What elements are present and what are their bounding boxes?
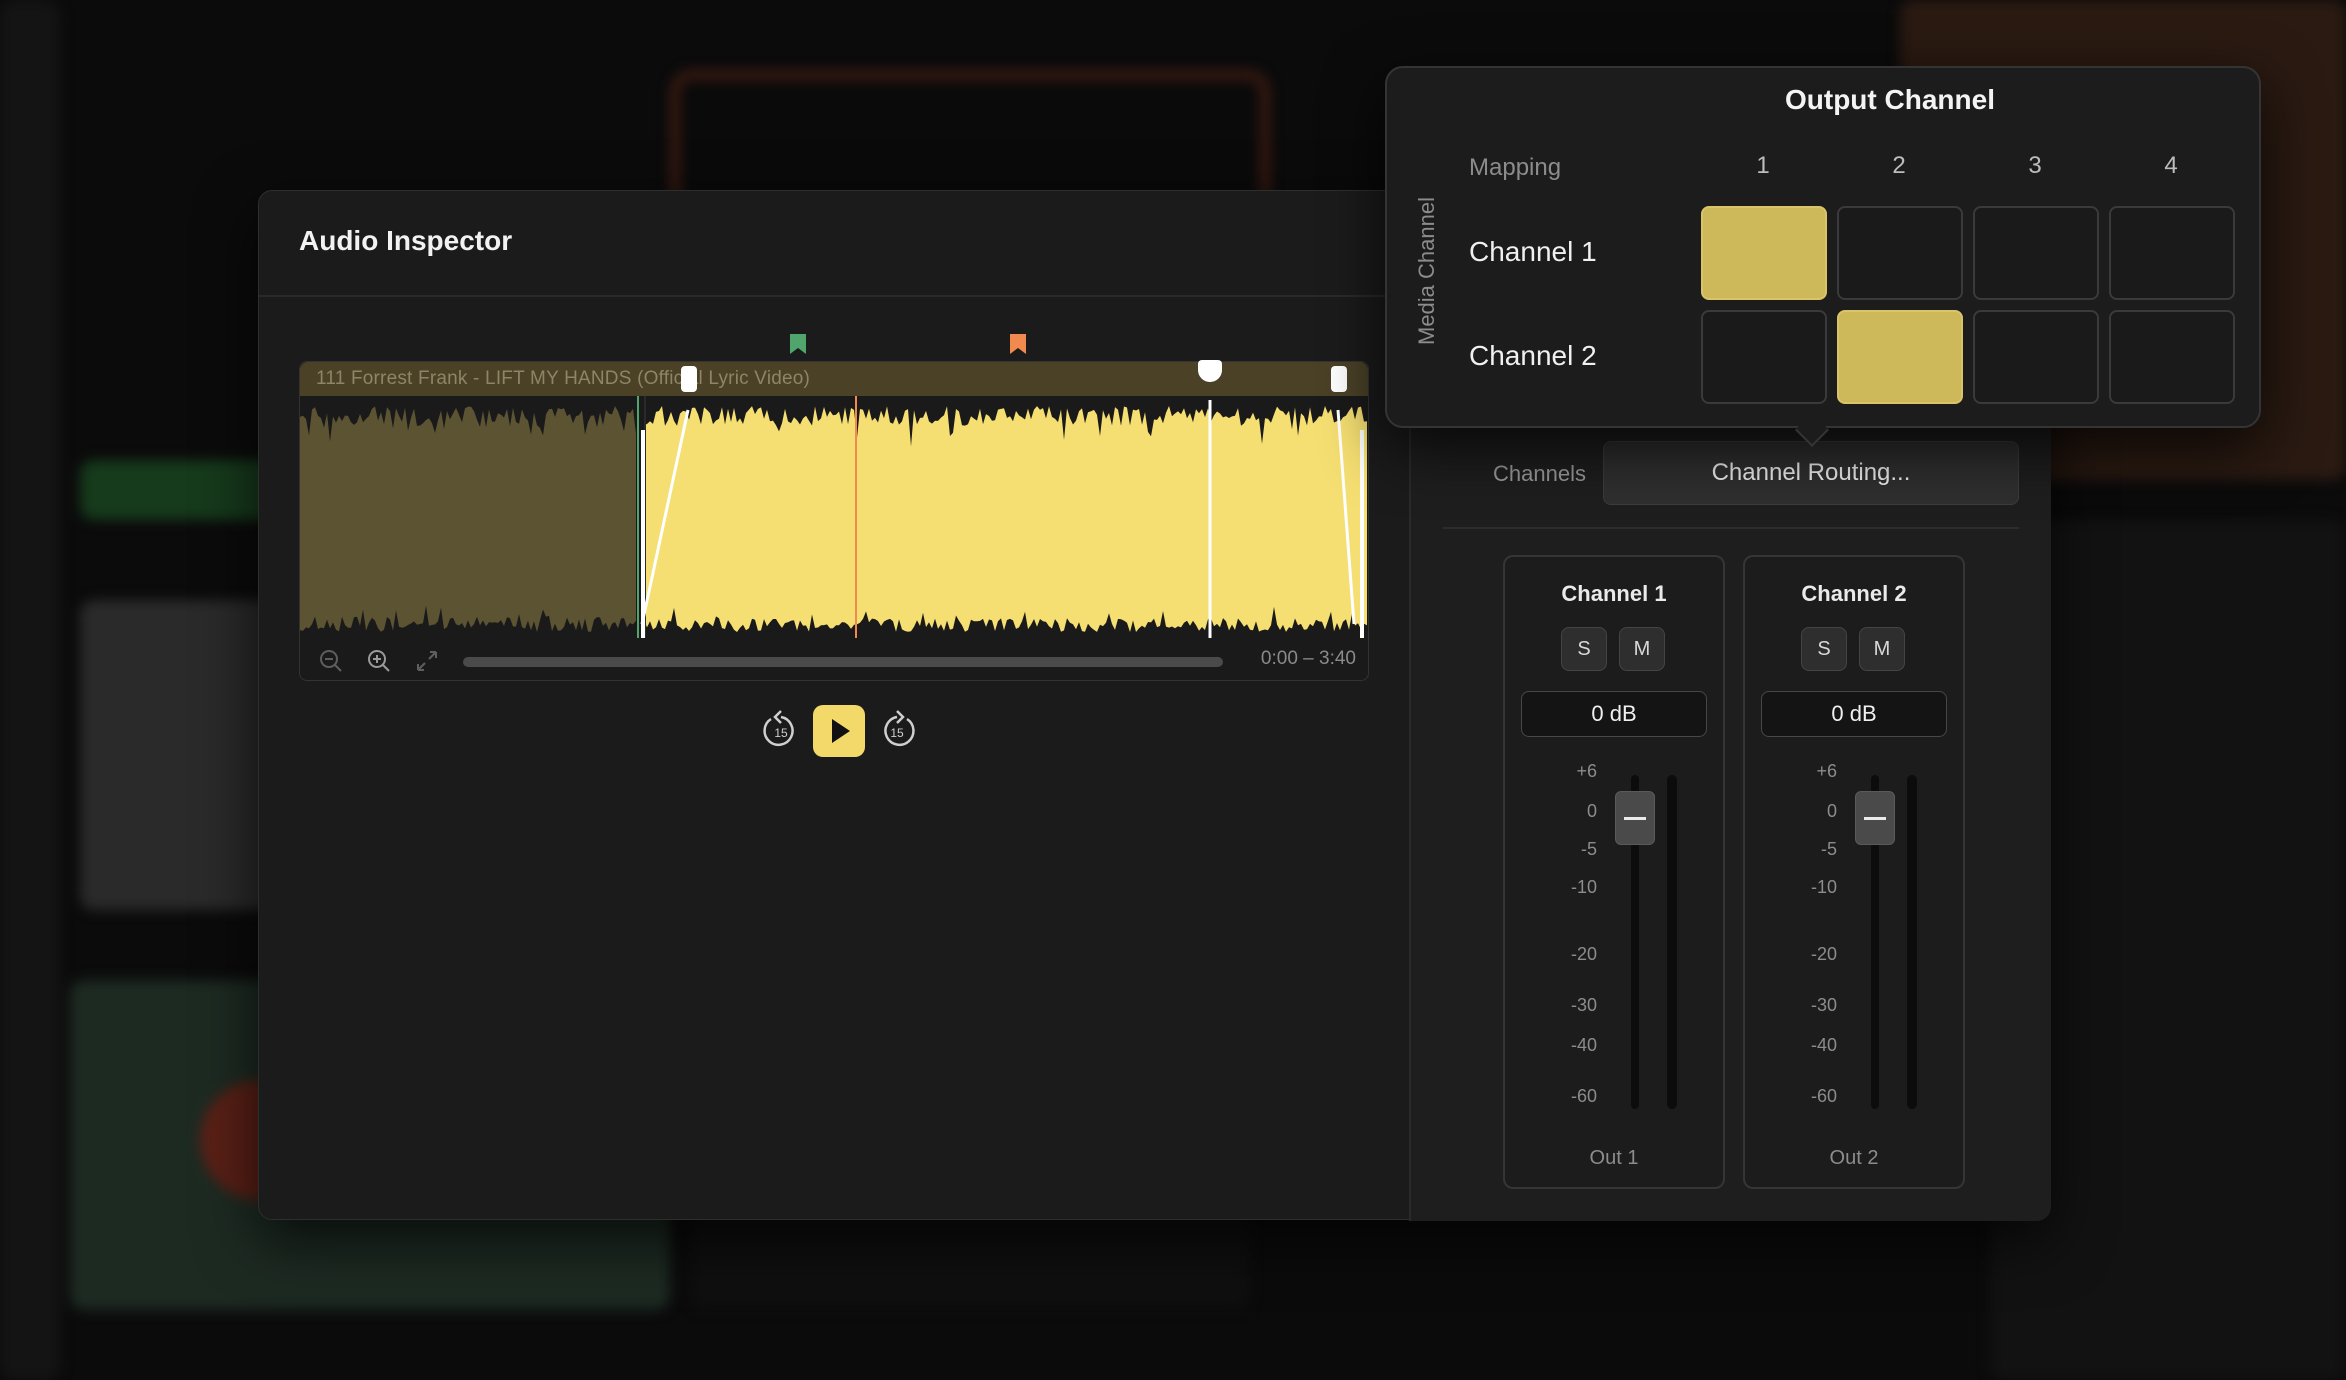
- scale-label: -20: [1810, 944, 1837, 964]
- output-label: Out 1: [1589, 1147, 1639, 1169]
- fade-in-handle[interactable]: [681, 366, 697, 392]
- scale-label: 0: [1586, 801, 1597, 821]
- channels-label: Channels: [1493, 461, 1586, 486]
- expand-icon[interactable]: [414, 648, 440, 674]
- routing-cell-ch1-out4[interactable]: [2109, 206, 2235, 300]
- section-divider: [1443, 527, 2019, 529]
- channel-routing-popover: Output Channel Mapping 1 2 3 4 Media Cha…: [1385, 66, 2261, 447]
- scale-label: -5: [1580, 839, 1597, 859]
- scale-label: -5: [1820, 839, 1837, 859]
- scale-label: -10: [1570, 877, 1597, 897]
- transport-controls: 15 15: [755, 705, 925, 757]
- level-meter: [1907, 775, 1917, 1109]
- routing-cell-ch2-out4[interactable]: [2109, 310, 2235, 404]
- strip-name: Channel 2: [1801, 581, 1907, 606]
- waveform-trimmed-region: [300, 406, 636, 632]
- timeline-scrollbar[interactable]: [463, 657, 1223, 667]
- waveform-active-region: [644, 406, 1367, 632]
- waveform-display[interactable]: [300, 396, 1370, 638]
- skip-back-seconds: 15: [774, 726, 788, 740]
- routing-cell-ch2-out3[interactable]: [1973, 310, 2099, 404]
- routing-row-label: Channel 2: [1469, 340, 1597, 371]
- fader-knob[interactable]: [1615, 791, 1655, 845]
- scale-label: -40: [1810, 1035, 1837, 1055]
- waveform-footer: 0:00 – 3:40: [300, 638, 1368, 682]
- background-sidebar: [0, 0, 60, 1380]
- channel-strip-1: Channel 1 S M 0 dB +6 0 -5 -10 -20 -30 -…: [1503, 555, 1725, 1189]
- scale-label: +6: [1816, 761, 1837, 781]
- mute-button[interactable]: M: [1619, 627, 1665, 671]
- waveform-editor[interactable]: 111 Forrest Frank - LIFT MY HANDS (Offic…: [299, 334, 1370, 682]
- marker-flag-orange[interactable]: [1010, 334, 1026, 354]
- fader-knob[interactable]: [1855, 791, 1895, 845]
- mute-button[interactable]: M: [1859, 627, 1905, 671]
- routing-cell-ch1-out1[interactable]: [1701, 206, 1827, 300]
- popover-title: Output Channel: [1785, 84, 1995, 115]
- time-range: 0:00 – 3:40: [1260, 648, 1356, 669]
- gain-field[interactable]: 0 dB: [1521, 691, 1707, 737]
- mapping-label: Mapping: [1469, 154, 1562, 181]
- skip-forward-seconds: 15: [890, 726, 904, 740]
- scale-label: -30: [1570, 995, 1597, 1015]
- strip-name: Channel 1: [1561, 581, 1667, 606]
- scale-label: -60: [1810, 1086, 1837, 1106]
- scale-label: -40: [1570, 1035, 1597, 1055]
- media-channel-axis-label: Media Channel: [1414, 197, 1439, 345]
- output-column-header: 3: [2028, 152, 2042, 179]
- routing-row-label: Channel 1: [1469, 236, 1597, 267]
- skip-back-icon[interactable]: 15: [755, 705, 807, 757]
- marker-flag-green[interactable]: [790, 334, 806, 354]
- routing-cell-ch1-out2[interactable]: [1837, 206, 1963, 300]
- background-green-block: [80, 460, 280, 520]
- play-icon: [832, 719, 850, 743]
- output-column-header: 2: [1892, 152, 1906, 179]
- inspector-title: Audio Inspector: [299, 225, 513, 256]
- solo-button[interactable]: S: [1801, 627, 1847, 671]
- fade-out-handle[interactable]: [1331, 366, 1347, 392]
- inspector-header: Audio Inspector: [259, 191, 1409, 297]
- channel-strip-2: Channel 2 S M 0 dB +6 0 -5 -10 -20 -30 -…: [1743, 555, 1965, 1189]
- routing-cell-ch2-out1[interactable]: [1701, 310, 1827, 404]
- scale-label: -20: [1570, 944, 1597, 964]
- scale-label: 0: [1826, 801, 1837, 821]
- track-title: 111 Forrest Frank - LIFT MY HANDS (Offic…: [316, 368, 811, 389]
- scale-label: -10: [1810, 877, 1837, 897]
- output-column-header: 4: [2164, 152, 2178, 179]
- solo-button[interactable]: S: [1561, 627, 1607, 671]
- routing-cell-ch1-out3[interactable]: [1973, 206, 2099, 300]
- zoom-out-icon[interactable]: [318, 648, 344, 674]
- channel-routing-button[interactable]: Channel Routing...: [1603, 441, 2019, 505]
- routing-cell-ch2-out2[interactable]: [1837, 310, 1963, 404]
- scale-label: -30: [1810, 995, 1837, 1015]
- skip-forward-icon[interactable]: 15: [871, 705, 923, 757]
- play-button[interactable]: [813, 705, 865, 757]
- scale-label: -60: [1570, 1086, 1597, 1106]
- gain-field[interactable]: 0 dB: [1761, 691, 1947, 737]
- output-label: Out 2: [1829, 1147, 1879, 1169]
- output-column-header: 1: [1756, 152, 1770, 179]
- level-meter: [1667, 775, 1677, 1109]
- scale-label: +6: [1576, 761, 1597, 781]
- zoom-in-icon[interactable]: [366, 648, 392, 674]
